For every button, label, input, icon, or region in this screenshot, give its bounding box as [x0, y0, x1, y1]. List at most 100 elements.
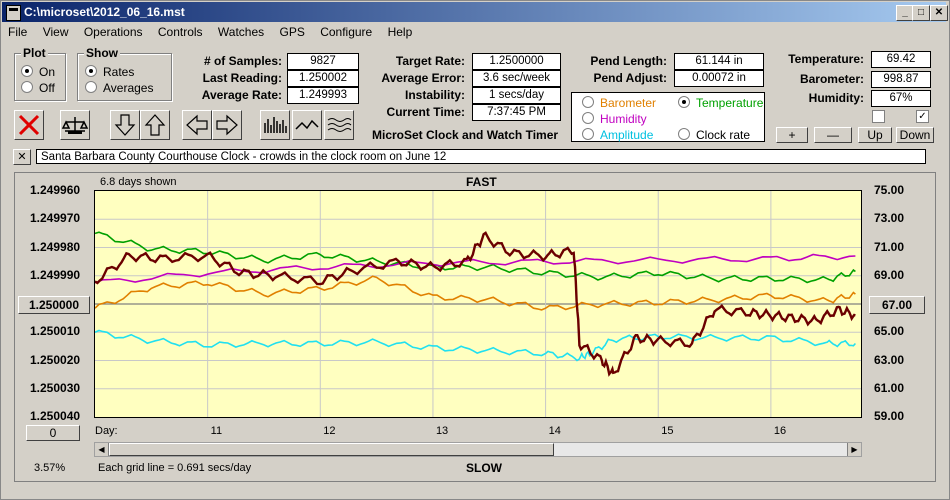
notes-close-button[interactable]: ✕	[13, 149, 31, 165]
target-rate-field[interactable]: 1.2500000	[472, 53, 561, 70]
right-tick-label: 69.00	[874, 267, 905, 282]
day-label: Day:	[95, 425, 118, 437]
x-tick-label: 14	[548, 425, 561, 437]
current-time-label: Current Time:	[386, 105, 465, 119]
show-averages-radio[interactable]: Averages	[85, 81, 153, 95]
plot-svg	[94, 191, 861, 417]
pend-adjust-label: Pend Adjust:	[593, 71, 667, 85]
menu-controls[interactable]: Controls	[152, 23, 209, 39]
balance-button[interactable]	[60, 110, 90, 140]
percent-label: 3.57%	[34, 462, 66, 474]
left-center-button[interactable]: 1.250000	[18, 296, 90, 314]
grid-note: Each grid line = 0.691 secs/day	[98, 462, 252, 474]
app-caption: MicroSet Clock and Watch Timer	[372, 128, 559, 142]
barometer-field: 998.87	[871, 71, 931, 88]
close-window-button[interactable]: ✕	[930, 5, 948, 21]
move-up-button[interactable]	[140, 110, 170, 140]
left-tick-label: 1.250010	[30, 324, 81, 339]
scroll-left-arrow[interactable]: ◀	[95, 443, 109, 456]
wave-button[interactable]	[292, 110, 322, 140]
instability-field: 1 secs/day	[472, 87, 561, 104]
scroll-down-button[interactable]: Down	[896, 127, 934, 143]
plot-off-radio[interactable]: Off	[21, 81, 55, 95]
scroll-up-button[interactable]: Up	[858, 127, 892, 143]
sensor-select-box: Barometer Temperature Humidity Amplitude…	[571, 92, 765, 142]
sensor-clock-rate-radio[interactable]: Clock rate	[678, 128, 750, 142]
humidity-label: Humidity:	[808, 91, 864, 105]
balance-scale-icon	[61, 117, 89, 134]
x-tick-label: 12	[323, 425, 336, 437]
pend-adjust-field: 0.00072 in	[674, 70, 764, 87]
right-center-button[interactable]: 67.00	[869, 296, 925, 314]
menu-gps[interactable]: GPS	[274, 23, 311, 39]
title-bar: C:\microset\2012_06_16.mst _ □ ✕	[2, 2, 948, 22]
notes-field[interactable]: Santa Barbara County Courthouse Clock - …	[36, 149, 926, 164]
average-error-label: Average Error:	[381, 71, 465, 85]
fast-label: FAST	[466, 175, 497, 189]
right-tick-label: 59.00	[874, 409, 905, 423]
right-tick-label: 61.00	[874, 380, 905, 395]
menu-bar: File View Operations Controls Watches GP…	[2, 23, 946, 41]
histogram-icon	[264, 117, 287, 133]
left-tick-label: 1.249980	[30, 239, 81, 254]
temperature-field: 69.42	[871, 51, 931, 68]
arrow-left-icon	[186, 114, 208, 136]
scale-minus-button[interactable]: —	[814, 127, 852, 143]
maximize-button[interactable]: □	[912, 5, 930, 21]
checkbox-right[interactable]: ✓	[916, 110, 929, 123]
right-tick-label: 73.00	[874, 211, 905, 226]
checkbox-left[interactable]	[872, 110, 885, 123]
scroll-left-button[interactable]	[182, 110, 212, 140]
target-rate-label: Target Rate:	[395, 54, 465, 68]
average-rate-field: 1.249993	[287, 87, 359, 104]
show-group-label: Show	[84, 46, 120, 60]
menu-operations[interactable]: Operations	[78, 23, 149, 39]
last-reading-label: Last Reading:	[202, 71, 282, 85]
pend-length-label: Pend Length:	[590, 54, 667, 68]
samples-field: 9827	[287, 53, 359, 70]
left-tick-label: 1.250030	[30, 380, 81, 395]
arrow-up-icon	[144, 114, 166, 136]
temperature-label: Temperature:	[788, 52, 864, 66]
barometer-label: Barometer:	[799, 72, 864, 86]
plot-group-label: Plot	[21, 46, 48, 60]
x-tick-label: 16	[773, 425, 787, 437]
scroll-right-button[interactable]	[212, 110, 242, 140]
histogram-button[interactable]	[260, 110, 290, 140]
menu-file[interactable]: File	[2, 23, 33, 39]
pend-length-field: 61.144 in	[674, 53, 764, 70]
sensor-barometer-radio[interactable]: Barometer	[582, 96, 656, 110]
smooth-button[interactable]	[324, 110, 354, 140]
right-tick-label: 63.00	[874, 352, 905, 367]
show-rates-radio[interactable]: Rates	[85, 65, 134, 79]
days-shown-label: 6.8 days shown	[100, 176, 177, 188]
instability-label: Instability:	[404, 88, 465, 102]
menu-view[interactable]: View	[37, 23, 75, 39]
series-line-amplitude	[94, 329, 857, 362]
x-tick-label: 13	[435, 425, 449, 437]
sensor-amplitude-radio[interactable]: Amplitude	[582, 128, 653, 142]
wave-icon	[295, 119, 319, 130]
menu-help[interactable]: Help	[382, 23, 419, 39]
menu-watches[interactable]: Watches	[212, 23, 270, 39]
show-group: Show Rates Averages	[77, 46, 172, 101]
current-time-field: 7:37:45 PM	[472, 104, 561, 121]
red-x-icon	[18, 114, 40, 136]
left-tick-label: 1.249990	[30, 267, 81, 282]
scale-plus-button[interactable]: +	[776, 127, 808, 143]
horizontal-scrollbar[interactable]: ◀ ▶	[94, 442, 862, 457]
average-rate-label: Average Rate:	[201, 88, 282, 102]
zero-button[interactable]: 0	[26, 425, 80, 441]
sensor-temperature-radio[interactable]: Temperature	[678, 96, 763, 110]
right-tick-label: 71.00	[874, 239, 905, 254]
sensor-humidity-radio[interactable]: Humidity	[582, 112, 647, 126]
plot-on-radio[interactable]: On	[21, 65, 55, 79]
scroll-thumb[interactable]	[109, 443, 554, 456]
last-reading-field: 1.250002	[287, 70, 359, 87]
average-error-field: 3.6 sec/week	[472, 70, 561, 87]
move-down-button[interactable]	[110, 110, 140, 140]
clear-button[interactable]	[14, 110, 44, 140]
scroll-right-arrow[interactable]: ▶	[847, 443, 861, 456]
menu-configure[interactable]: Configure	[314, 23, 378, 39]
x-tick-label: 15	[661, 425, 674, 437]
